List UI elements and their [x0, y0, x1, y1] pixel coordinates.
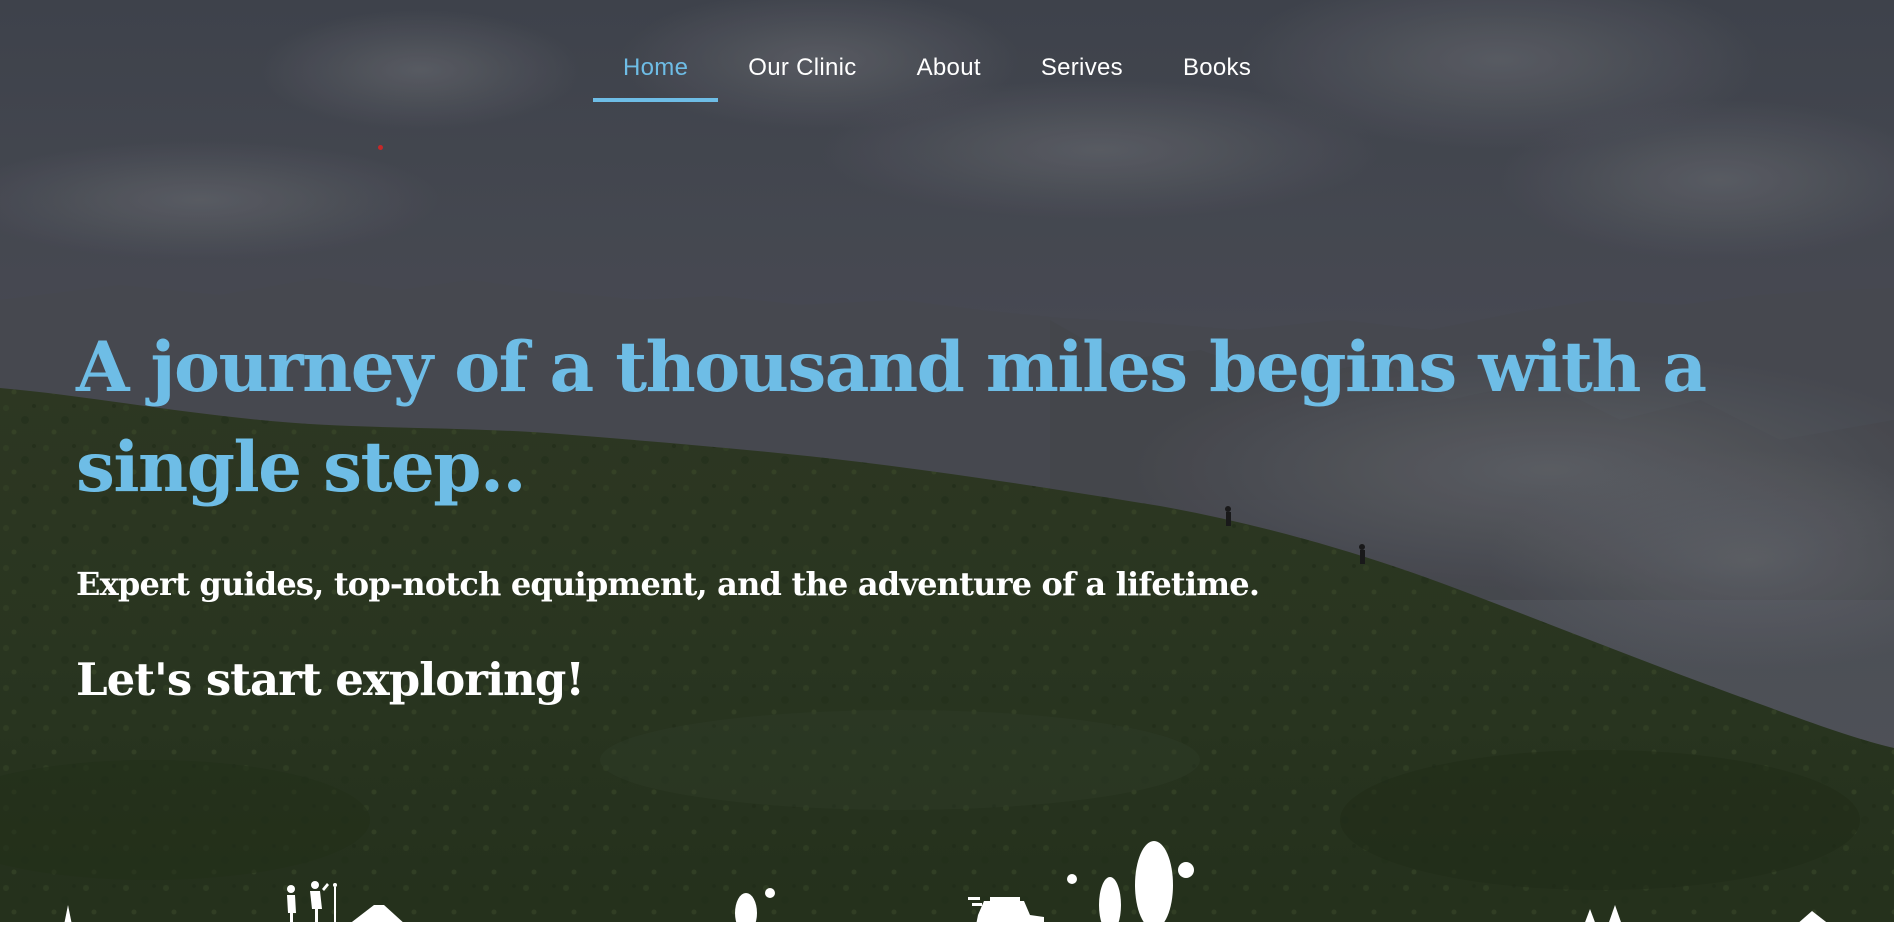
nav-item-serives[interactable]: Serives: [1011, 44, 1153, 102]
hero-cta-text: Let's start exploring!: [76, 653, 585, 706]
hero-section: Home Our Clinic About Serives Books A jo…: [0, 0, 1894, 925]
camping-silhouettes-decoration: [64, 841, 1830, 925]
nav-item-books[interactable]: Books: [1153, 44, 1281, 102]
hero-content: A journey of a thousand miles begins wit…: [76, 318, 1776, 708]
nav-item-our-clinic[interactable]: Our Clinic: [718, 44, 886, 102]
red-dot-marker: [378, 145, 383, 150]
nav-item-about[interactable]: About: [887, 44, 1011, 102]
hero-headline: A journey of a thousand miles begins wit…: [76, 327, 1707, 508]
golf-cart-silhouette-icon: [968, 897, 1044, 925]
hero-subheadline: Expert guides, top-notch equipment, and …: [76, 565, 1260, 603]
nav-item-home[interactable]: Home: [593, 44, 719, 102]
main-navigation: Home Our Clinic About Serives Books: [593, 44, 1281, 102]
hikers-silhouette-icon: [287, 881, 337, 925]
